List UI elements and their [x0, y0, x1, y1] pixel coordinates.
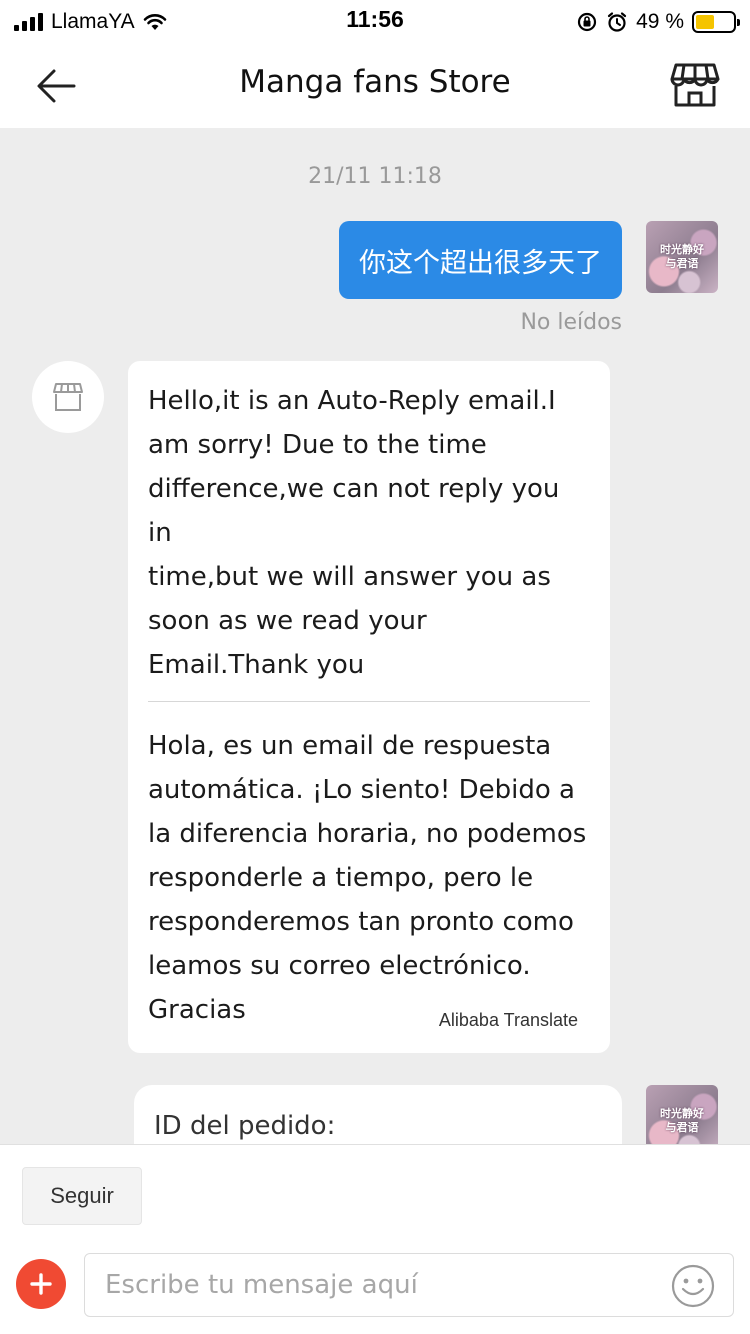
avatar-text: 时光静好 与君语: [660, 1107, 704, 1134]
incoming-message-bubble[interactable]: Hello,it is an Auto-Reply email.I am sor…: [128, 361, 610, 1053]
follow-button[interactable]: Seguir: [22, 1167, 142, 1225]
user-avatar[interactable]: 时光静好 与君语: [646, 1085, 718, 1144]
translation-divider: [148, 701, 590, 702]
status-bar: LlamaYA 11:56 49 %: [0, 0, 750, 44]
message-input[interactable]: [85, 1254, 645, 1316]
emoji-icon[interactable]: [671, 1264, 715, 1308]
message-timestamp: 21/11 11:18: [308, 164, 442, 189]
plus-icon: [30, 1273, 52, 1295]
translation-credit: Alibaba Translate: [438, 1010, 578, 1030]
chat-thread[interactable]: 21/11 11:18 你这个超出很多天了 时光静好 与君语 No leídos…: [0, 128, 750, 1144]
rotation-lock-icon: [578, 12, 597, 32]
incoming-message-translation: Hola, es un email de respuesta automátic…: [148, 731, 587, 1025]
order-id-text: ID del pedido: 8119313057492388: [154, 1111, 419, 1144]
user-avatar[interactable]: 时光静好 与君语: [646, 221, 718, 293]
store-button[interactable]: [668, 60, 722, 110]
page-title: Manga fans Store: [239, 64, 511, 100]
avatar-text: 时光静好 与君语: [660, 243, 704, 270]
battery-percent: 49 %: [636, 10, 684, 33]
chat-header: Manga fans Store: [0, 44, 750, 128]
outgoing-message-bubble[interactable]: 你这个超出很多天了: [339, 221, 622, 299]
storefront-icon: [670, 63, 720, 107]
incoming-message-original: Hello,it is an Auto-Reply email.I am sor…: [148, 386, 560, 680]
add-button[interactable]: [16, 1259, 66, 1309]
order-message-bubble[interactable]: ID del pedido: 8119313057492388: [134, 1085, 622, 1144]
storefront-icon: [53, 383, 83, 411]
composer-bar: Seguir: [0, 1144, 750, 1334]
message-input-container[interactable]: [84, 1253, 734, 1317]
alarm-icon: [608, 12, 627, 32]
outgoing-message-text: 你这个超出很多天了: [359, 247, 602, 279]
battery-icon: [692, 11, 740, 33]
store-avatar[interactable]: [32, 361, 104, 433]
read-status: No leídos: [520, 310, 622, 335]
battery-level-fill: [696, 15, 714, 29]
